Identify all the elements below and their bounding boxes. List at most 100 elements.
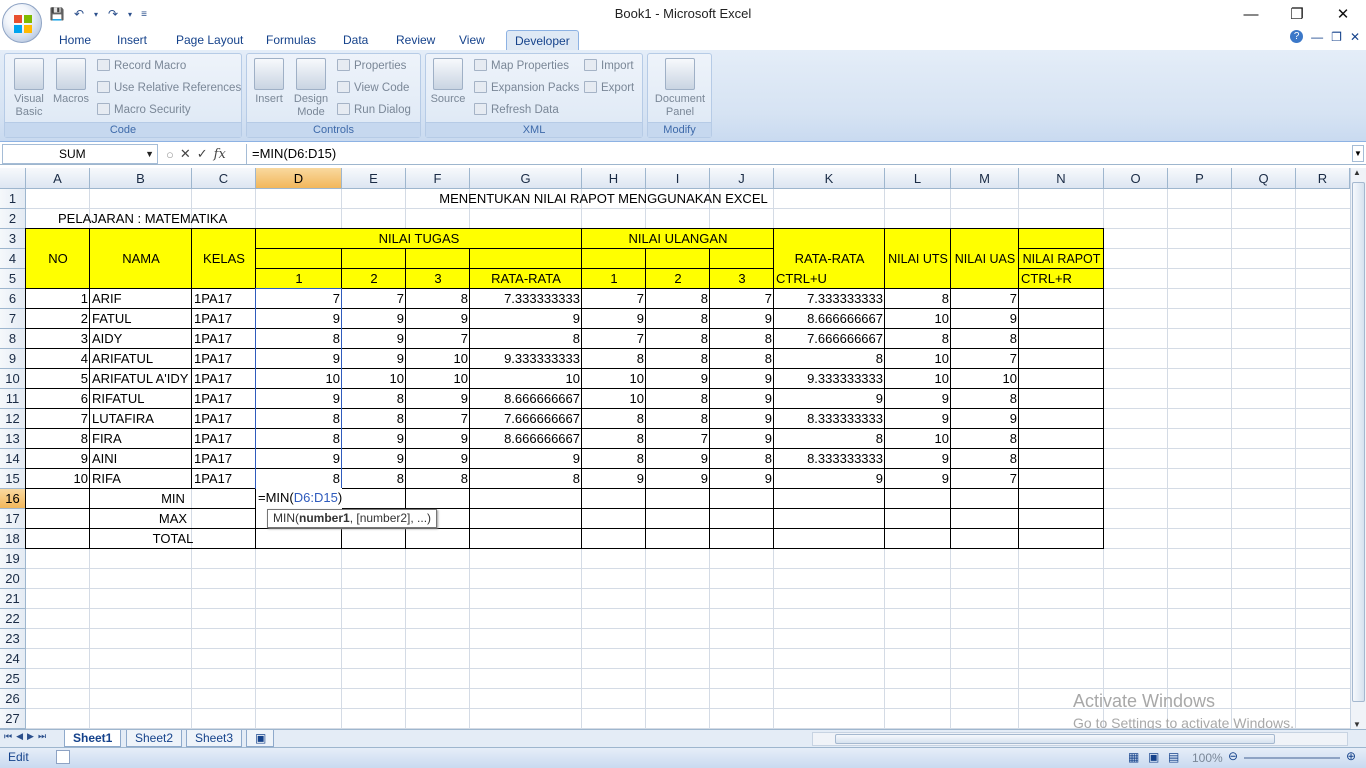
macros-button[interactable]: Macros — [51, 58, 91, 106]
header-nilai-uas[interactable]: NILAI UAS — [951, 249, 1019, 269]
row-header-9[interactable]: 9 — [0, 349, 26, 369]
data-cell[interactable]: 8 — [885, 329, 951, 349]
row-header-16[interactable]: 16 — [0, 489, 26, 509]
data-cell[interactable]: 1PA17 — [192, 449, 256, 469]
data-cell[interactable]: FATUL — [90, 309, 192, 329]
column-header-h[interactable]: H — [582, 168, 646, 189]
summary-min-label[interactable]: MIN — [90, 489, 256, 509]
horizontal-scrollbar[interactable] — [812, 732, 1348, 746]
header-nilai-ulangan[interactable]: NILAI ULANGAN — [582, 229, 774, 249]
row-header-11[interactable]: 11 — [0, 389, 26, 409]
scroll-up-icon[interactable]: ▲ — [1353, 168, 1361, 177]
data-cell[interactable]: 9.333333333 — [774, 369, 885, 389]
row-header-4[interactable]: 4 — [0, 249, 26, 269]
import-button[interactable]: Import — [584, 57, 634, 75]
data-cell[interactable]: 7 — [951, 469, 1019, 489]
data-cell[interactable]: 1PA17 — [192, 349, 256, 369]
data-cell[interactable]: 7 — [951, 289, 1019, 309]
row-header-26[interactable]: 26 — [0, 689, 26, 709]
data-cell[interactable]: 9 — [885, 449, 951, 469]
map-properties-button[interactable]: Map Properties — [474, 57, 569, 75]
header-nama[interactable]: NAMA — [90, 249, 192, 269]
tab-formulas[interactable]: Formulas — [258, 30, 324, 50]
row-header-17[interactable]: 17 — [0, 509, 26, 529]
data-cell[interactable]: 8 — [256, 469, 342, 489]
use-relative-references-button[interactable]: Use Relative References — [97, 79, 241, 97]
record-macro-button[interactable]: Record Macro — [97, 57, 186, 75]
data-cell[interactable]: FIRA — [90, 429, 192, 449]
row-header-19[interactable]: 19 — [0, 549, 26, 569]
minimize-button[interactable]: — — [1228, 0, 1274, 28]
help-icon[interactable]: ? — [1290, 30, 1304, 43]
insert-control-button[interactable]: Insert — [249, 58, 289, 106]
tab-insert[interactable]: Insert — [109, 30, 155, 50]
data-cell[interactable]: 8 — [951, 429, 1019, 449]
normal-view-icon[interactable]: ▦ — [1128, 750, 1139, 764]
data-cell[interactable]: 8 — [646, 309, 710, 329]
header-kelas[interactable]: KELAS — [192, 249, 256, 269]
column-header-q[interactable]: Q — [1232, 168, 1296, 189]
data-cell[interactable]: 8 — [646, 409, 710, 429]
tab-view[interactable]: View — [451, 30, 493, 50]
row-header-27[interactable]: 27 — [0, 709, 26, 729]
data-cell[interactable]: 8 — [256, 329, 342, 349]
view-code-button[interactable]: View Code — [337, 79, 409, 97]
row-header-13[interactable]: 13 — [0, 429, 26, 449]
page-layout-view-icon[interactable]: ▣ — [1148, 750, 1159, 764]
data-cell[interactable]: 8.666666667 — [470, 389, 582, 409]
row-header-3[interactable]: 3 — [0, 229, 26, 249]
run-dialog-button[interactable]: Run Dialog — [337, 101, 411, 119]
sheet-subject[interactable]: PELAJARAN : MATEMATIKA — [26, 209, 326, 229]
sheet-title[interactable]: MENENTUKAN NILAI RAPOT MENGGUNAKAN EXCEL — [256, 189, 951, 209]
data-cell[interactable]: 9 — [710, 369, 774, 389]
data-cell[interactable]: 9 — [646, 469, 710, 489]
column-header-m[interactable]: M — [951, 168, 1019, 189]
design-mode-button[interactable]: Design Mode — [291, 58, 331, 119]
data-cell[interactable]: 9 — [256, 449, 342, 469]
data-cell[interactable]: 9 — [774, 469, 885, 489]
column-header-p[interactable]: P — [1168, 168, 1232, 189]
row-header-22[interactable]: 22 — [0, 609, 26, 629]
refresh-data-button[interactable]: Refresh Data — [474, 101, 559, 119]
data-cell[interactable]: 10 — [26, 469, 90, 489]
data-cell[interactable]: 8 — [256, 409, 342, 429]
data-cell[interactable]: 9.333333333 — [470, 349, 582, 369]
column-header-j[interactable]: J — [710, 168, 774, 189]
tab-page-layout[interactable]: Page Layout — [168, 30, 251, 50]
tab-data[interactable]: Data — [335, 30, 376, 50]
name-box[interactable]: SUM ▼ — [2, 144, 158, 164]
data-cell[interactable]: 10 — [256, 369, 342, 389]
data-cell[interactable]: 8 — [26, 429, 90, 449]
close-button[interactable]: ✕ — [1320, 0, 1366, 28]
restore-button[interactable]: ❐ — [1274, 0, 1320, 28]
row-header-5[interactable]: 5 — [0, 269, 26, 289]
data-cell[interactable]: 10 — [885, 369, 951, 389]
data-cell[interactable]: 8 — [951, 389, 1019, 409]
sheet-tab-sheet3[interactable]: Sheet3 — [186, 730, 243, 747]
macro-security-button[interactable]: Macro Security — [97, 101, 191, 119]
expand-formula-bar-icon[interactable]: ▼ — [1352, 145, 1364, 162]
data-cell[interactable]: 7 — [406, 329, 470, 349]
data-cell[interactable]: 8 — [582, 429, 646, 449]
header-tugas-3[interactable]: 3 — [406, 269, 470, 289]
header-no[interactable]: NO — [26, 249, 90, 269]
data-cell[interactable]: 7 — [582, 329, 646, 349]
data-cell[interactable]: 9 — [470, 449, 582, 469]
data-cell[interactable]: 9 — [470, 309, 582, 329]
data-cell[interactable]: 8 — [342, 409, 406, 429]
data-cell[interactable]: ARIF — [90, 289, 192, 309]
data-cell[interactable]: AIDY — [90, 329, 192, 349]
data-cell[interactable]: 7 — [342, 289, 406, 309]
header-nilai-rapot[interactable]: NILAI RAPOT — [1019, 249, 1104, 269]
data-cell[interactable]: 3 — [26, 329, 90, 349]
row-header-1[interactable]: 1 — [0, 189, 26, 209]
data-cell[interactable]: 1PA17 — [192, 389, 256, 409]
data-cell[interactable]: 8 — [710, 449, 774, 469]
ribbon-close-icon[interactable]: ✕ — [1350, 30, 1360, 44]
column-header-n[interactable]: N — [1019, 168, 1104, 189]
data-cell[interactable]: 10 — [885, 429, 951, 449]
sheet-tab-sheet1[interactable]: Sheet1 — [64, 730, 122, 747]
data-cell[interactable]: 9 — [710, 429, 774, 449]
vertical-scrollbar[interactable]: ▲ ▼ — [1350, 168, 1366, 729]
visual-basic-button[interactable]: Visual Basic — [9, 58, 49, 119]
